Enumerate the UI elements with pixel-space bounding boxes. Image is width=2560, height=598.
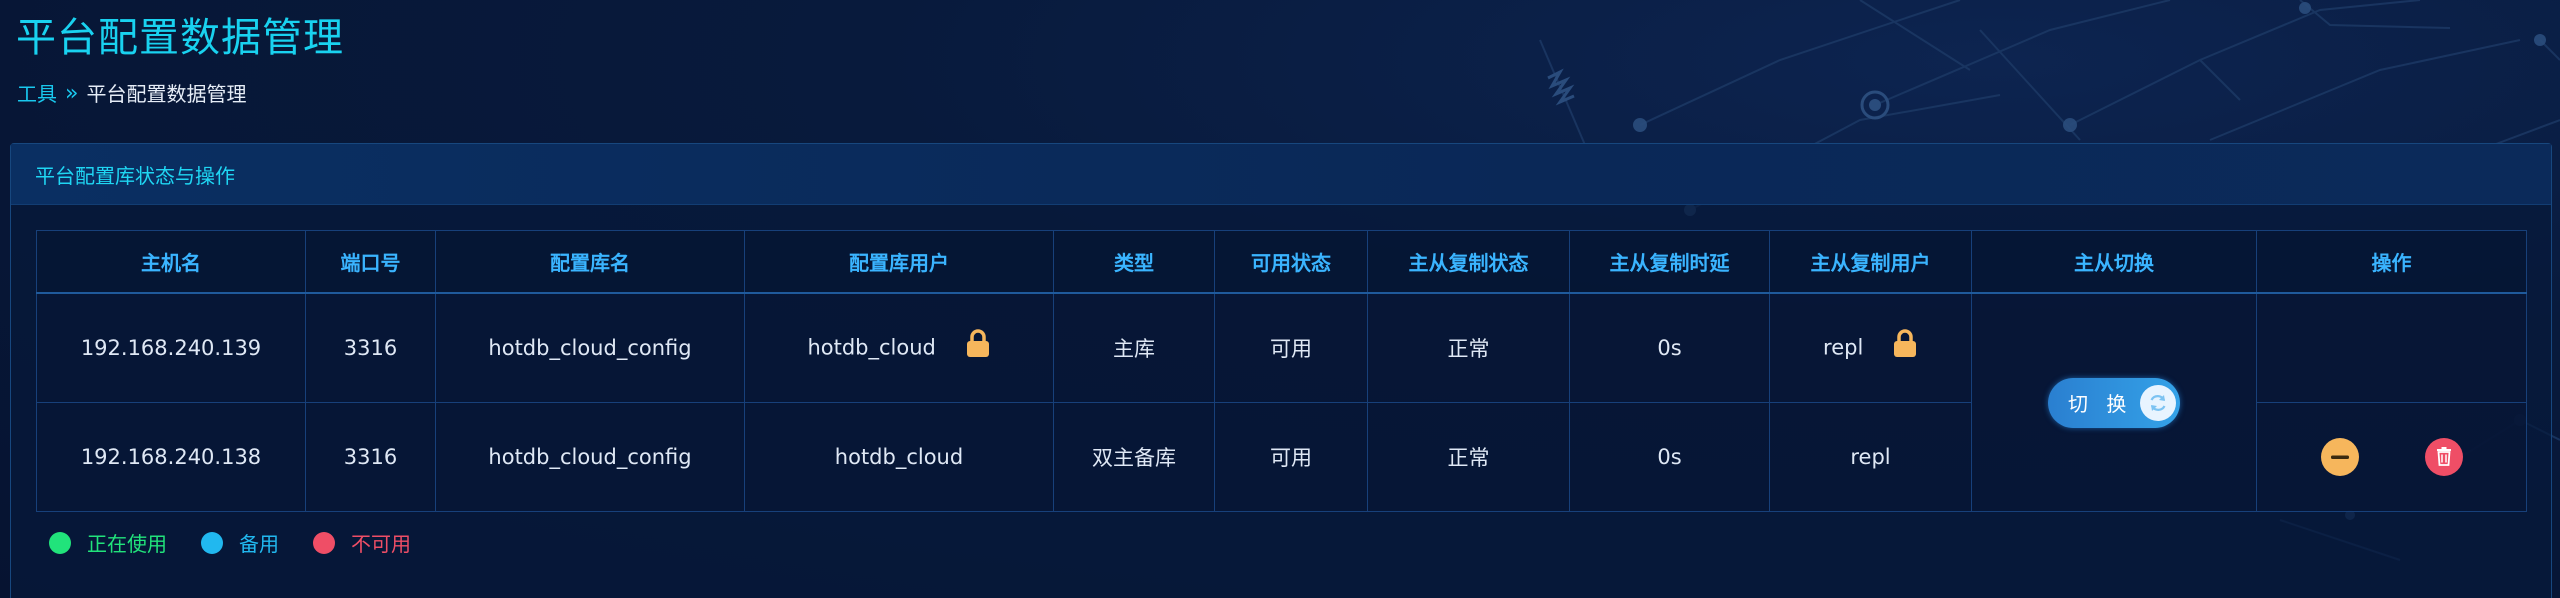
lock-icon[interactable] [965,328,991,363]
panel-header: 平台配置库状态与操作 [11,144,2551,205]
cell-switch: 切 换 [1971,292,2257,512]
cell-replication-user: repl [1769,292,1972,403]
column-header-host: 主机名 [36,230,306,294]
cell-db-user: hotdb_cloud [744,292,1054,403]
green-dot-icon [49,531,71,554]
cell-port: 3316 [305,292,436,403]
table-header-row: 主机名 端口号 配置库名 配置库用户 类型 可用状态 主从复制状态 主从复制时延… [36,230,2527,294]
master-slave-switch-button[interactable]: 切 换 [2048,377,2180,428]
column-header-type: 类型 [1053,230,1215,294]
row-actions [2258,438,2525,476]
panel-title: 平台配置库状态与操作 [35,163,235,188]
refresh-icon [2140,384,2176,421]
trash-icon[interactable] [2424,438,2463,476]
breadcrumb-link-tools[interactable]: 工具 [17,80,57,108]
config-db-panel: 平台配置库状态与操作 主机名 端口号 配置库名 配置库用户 类型 可用状态 主从… [10,143,2552,598]
cell-type: 双主备库 [1053,402,1215,512]
column-header-replication-status: 主从复制状态 [1367,230,1570,294]
blue-dot-icon [201,531,223,554]
cell-actions [2256,292,2527,403]
minus-icon[interactable] [2320,438,2359,476]
column-header-actions: 操作 [2256,230,2527,294]
legend-item-unavailable: 不可用 [313,528,411,557]
table-row: 192.168.240.139 3316 hotdb_cloud_config … [36,292,2527,512]
column-header-db-name: 配置库名 [435,230,745,294]
config-db-table: 主机名 端口号 配置库名 配置库用户 类型 可用状态 主从复制状态 主从复制时延… [36,230,2527,512]
legend-item-standby: 备用 [201,528,279,557]
cell-replication-user: repl [1769,402,1972,512]
red-dot-icon [313,531,335,554]
column-header-db-user: 配置库用户 [744,230,1054,294]
column-header-replication-delay: 主从复制时延 [1569,230,1770,294]
page: 平台配置数据管理 工具 » 平台配置数据管理 平台配置库状态与操作 主机名 端口… [0,0,2560,598]
cell-host: 192.168.240.139 [36,292,306,403]
breadcrumb-separator-icon: » [65,81,79,106]
column-header-port: 端口号 [305,230,436,294]
cell-availability: 可用 [1214,402,1368,512]
replication-user-text: repl [1823,335,1864,359]
lock-icon[interactable] [1892,328,1918,363]
cell-replication-status: 正常 [1367,292,1570,403]
switch-label: 切 换 [2068,392,2133,416]
cell-db-user: hotdb_cloud [744,402,1054,512]
page-title: 平台配置数据管理 [16,15,344,61]
cell-db-name: hotdb_cloud_config [435,402,745,512]
cell-replication-delay: 0s [1569,292,1770,403]
legend-label: 备用 [239,532,279,556]
cell-host: 192.168.240.138 [36,402,306,512]
cell-availability: 可用 [1214,292,1368,403]
breadcrumb-current: 平台配置数据管理 [86,82,247,106]
breadcrumb: 工具 » 平台配置数据管理 [17,80,246,108]
cell-db-name: hotdb_cloud_config [435,292,745,403]
legend-item-in-use: 正在使用 [49,528,167,557]
cell-actions [2256,402,2527,512]
legend-label: 正在使用 [87,532,167,556]
cell-type: 主库 [1053,292,1215,403]
cell-replication-status: 正常 [1367,402,1570,512]
status-legend: 正在使用 备用 不可用 [49,528,445,557]
column-header-replication-user: 主从复制用户 [1769,230,1972,294]
cell-port: 3316 [305,402,436,512]
db-user-text: hotdb_cloud [807,335,936,359]
cell-replication-delay: 0s [1569,402,1770,512]
column-header-availability: 可用状态 [1214,230,1368,294]
column-header-switch: 主从切换 [1971,230,2257,294]
legend-label: 不可用 [351,532,411,556]
